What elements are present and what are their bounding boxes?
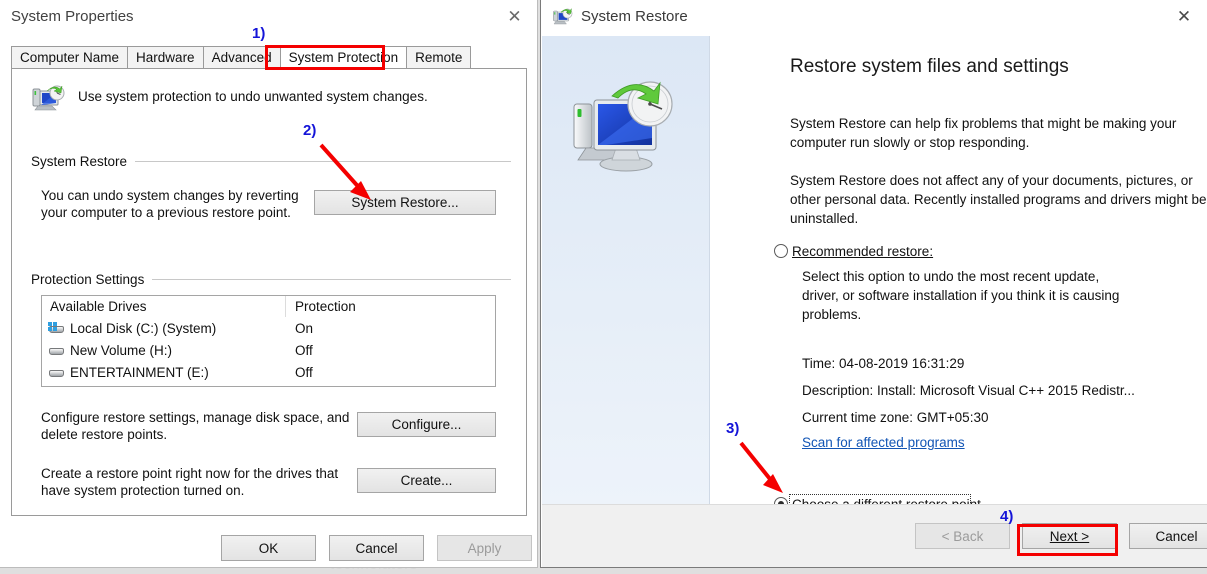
table-row[interactable]: Local Disk (C:) (System) On [42, 317, 495, 339]
system-restore-window: System Restore ✕ Restore system files an… [540, 0, 1207, 568]
recommended-restore-desc-line1: Select this option to undo the most rece… [802, 269, 1100, 284]
annotation-step-3-number: 3) [726, 420, 740, 437]
annotation-step-3-arrow [739, 441, 783, 493]
available-drives-table[interactable]: Available Drives Protection Local Disk (… [41, 295, 496, 387]
apply-button: Apply [437, 535, 532, 561]
annotation-step-1-highlight [265, 45, 385, 70]
intro-paragraph-1-line1: System Restore can help fix problems tha… [790, 116, 1177, 131]
configure-description-line1: Configure restore settings, manage disk … [41, 410, 350, 425]
tab-hardware[interactable]: Hardware [127, 46, 204, 69]
configure-description: Configure restore settings, manage disk … [41, 409, 361, 443]
recommended-restore-desc-line3: problems. [802, 307, 862, 322]
system-restore-icon [553, 8, 573, 28]
annotation-step-2-number: 2) [303, 122, 317, 139]
recommended-restore-radio[interactable] [774, 244, 788, 258]
intro-paragraph-1-line2: computer run slowly or stop responding. [790, 135, 1030, 150]
drive-icon [48, 366, 65, 379]
create-description-line2: have system protection turned on. [41, 483, 245, 498]
tab-computer-name[interactable]: Computer Name [11, 46, 129, 69]
protection-settings-group-header: Protection Settings [31, 272, 511, 287]
intro-paragraph-2-line3: uninstalled. [790, 211, 859, 226]
create-button[interactable]: Create... [357, 468, 496, 493]
protection-settings-group-label: Protection Settings [31, 272, 145, 287]
protection-status: On [295, 320, 314, 336]
annotation-step-2-arrow [319, 143, 371, 200]
back-button: < Back [915, 523, 1010, 549]
table-row[interactable]: New Volume (H:) Off [42, 339, 495, 361]
drive-name: Local Disk (C:) (System) [70, 320, 217, 336]
system-restore-group-label: System Restore [31, 154, 128, 169]
system-restore-description-line1: You can undo system changes by reverting [41, 188, 299, 203]
system-drive-icon [48, 321, 65, 335]
page-title: Restore system files and settings [790, 56, 1069, 77]
annotation-step-4-number: 4) [1000, 508, 1014, 525]
cancel-button[interactable]: Cancel [329, 535, 424, 561]
system-protection-icon [32, 84, 68, 116]
intro-paragraph-2-line1: System Restore does not affect any of yo… [790, 173, 1193, 188]
restore-point-time: Time: 04-08-2019 16:31:29 [802, 356, 965, 371]
system-protection-panel: Use system protection to undo unwanted s… [11, 68, 527, 516]
intro-paragraph-2: System Restore does not affect any of yo… [790, 171, 1206, 228]
monitor-clock-restore-icon [572, 76, 682, 176]
system-properties-title: System Properties [11, 8, 134, 25]
annotation-step-4-highlight [1017, 524, 1118, 556]
group-rule [152, 279, 511, 280]
recommended-restore-desc-line2: driver, or software installation if you … [802, 288, 1120, 303]
system-restore-description-line2: your computer to a previous restore poin… [41, 205, 291, 220]
scan-affected-programs-link[interactable]: Scan for affected programs [802, 435, 965, 450]
restore-point-timezone: Current time zone: GMT+05:30 [802, 410, 989, 425]
column-header-protection: Protection [295, 299, 356, 314]
table-row[interactable]: ENTERTAINMENT (E:) Off [42, 361, 495, 383]
system-restore-titlebar: System Restore ✕ [541, 0, 1207, 36]
drive-cell: ENTERTAINMENT (E:) [42, 365, 286, 380]
recommended-restore-label-text: Recommended restore: [792, 244, 934, 259]
drive-name: New Volume (H:) [70, 342, 173, 358]
create-description-line1: Create a restore point right now for the… [41, 466, 339, 481]
system-restore-description: You can undo system changes by reverting… [41, 187, 311, 221]
system-properties-titlebar: System Properties ✕ [0, 0, 537, 36]
intro-paragraph-1: System Restore can help fix problems tha… [790, 114, 1176, 152]
recommended-restore-label[interactable]: Recommended restore: [792, 242, 933, 261]
table-header-row: Available Drives Protection [42, 296, 495, 317]
system-restore-window-title: System Restore [581, 8, 688, 25]
column-header-available-drives: Available Drives [42, 296, 286, 317]
configure-button[interactable]: Configure... [357, 412, 496, 437]
drive-icon [48, 344, 65, 357]
protection-status: Off [295, 364, 313, 380]
restore-point-description: Description: Install: Microsoft Visual C… [802, 383, 1135, 398]
tab-remote[interactable]: Remote [406, 46, 472, 69]
cancel-button[interactable]: Cancel [1129, 523, 1207, 549]
system-restore-content: Restore system files and settings System… [710, 36, 1207, 513]
drive-cell: New Volume (H:) [42, 343, 286, 358]
drive-name: ENTERTAINMENT (E:) [70, 364, 209, 380]
screen: technolaters System Properties ✕ Compute… [0, 0, 1207, 574]
annotation-step-1-number: 1) [252, 25, 266, 42]
system-restore-group-header: System Restore [31, 154, 511, 169]
ok-button[interactable]: OK [221, 535, 316, 561]
system-restore-sidebar [542, 36, 710, 504]
recommended-restore-description: Select this option to undo the most rece… [802, 267, 1119, 324]
system-protection-blurb: Use system protection to undo unwanted s… [78, 89, 428, 104]
drive-cell: Local Disk (C:) (System) [42, 321, 286, 336]
protection-status: Off [295, 342, 313, 358]
intro-paragraph-2-line2: other personal data. Recently installed … [790, 192, 1207, 207]
system-properties-window: System Properties ✕ Computer Name Hardwa… [0, 0, 538, 568]
configure-description-line2: delete restore points. [41, 427, 168, 442]
close-icon[interactable]: ✕ [492, 0, 537, 34]
create-description: Create a restore point right now for the… [41, 465, 361, 499]
close-icon[interactable]: ✕ [1161, 0, 1207, 34]
